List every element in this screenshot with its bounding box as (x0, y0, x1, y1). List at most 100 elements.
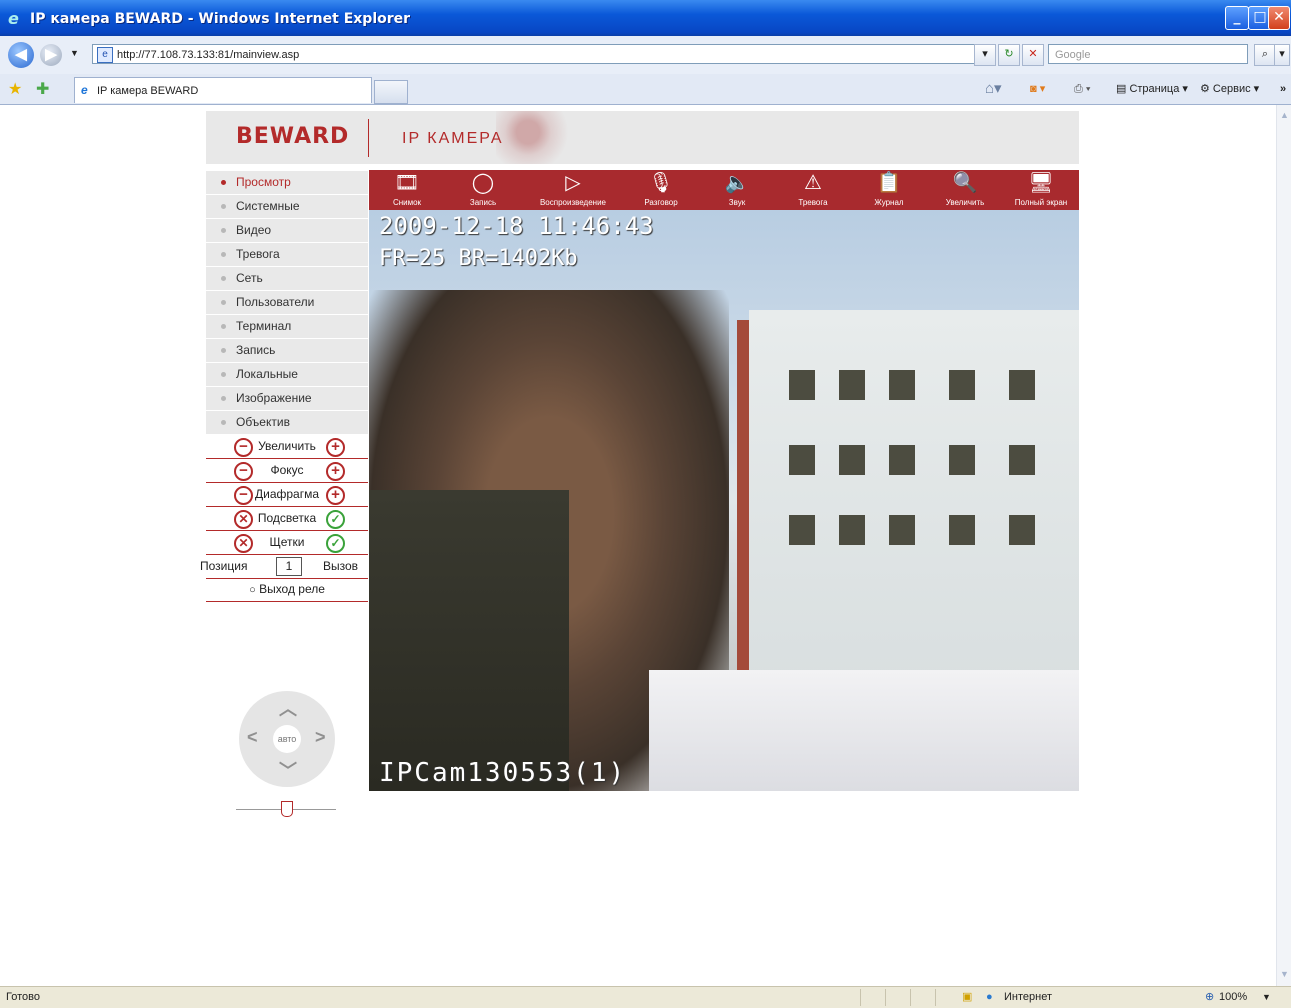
relay-output[interactable]: ○ Выход реле (206, 578, 368, 602)
status-bar: Готово ▣ ● Интернет ⊕ 100% ▼ (0, 986, 1291, 1008)
snapshot-button[interactable]: 🎞 Снимок (371, 170, 443, 210)
url-dropdown-icon[interactable]: ▾ (974, 44, 996, 66)
fullscreen-button[interactable]: 🖥 Полный экран (1003, 170, 1079, 210)
back-button[interactable]: ◀ (8, 42, 34, 68)
forward-button[interactable]: ▶ (40, 44, 62, 66)
menu-item-image[interactable]: Изображение (206, 387, 368, 411)
minimize-button[interactable]: _ (1225, 6, 1249, 30)
header-divider (368, 119, 369, 157)
menu-item-record[interactable]: Запись (206, 339, 368, 363)
menu-item-lens[interactable]: Объектив (206, 411, 368, 435)
add-favorites-icon[interactable]: ✚ (36, 79, 49, 99)
history-dropdown-icon[interactable]: ▼ (70, 48, 79, 58)
playback-button[interactable]: ▷ Воспроизведение (521, 170, 625, 210)
alarm-button[interactable]: ⚠ Тревога (775, 170, 851, 210)
menu-item-terminal[interactable]: Терминал (206, 315, 368, 339)
record-label: Запись (469, 198, 497, 207)
status-text: Готово (6, 991, 40, 1003)
sound-button[interactable]: 🔈 Звук (699, 170, 775, 210)
speed-slider-handle[interactable] (281, 801, 293, 817)
zoom-out-icon[interactable]: − (234, 438, 253, 457)
feeds-icon[interactable]: ◙ ▾ (1030, 80, 1045, 98)
iris-plus-icon[interactable]: + (326, 486, 345, 505)
window-title: IP камера BEWARD - Windows Internet Expl… (30, 11, 411, 27)
sidebar: Просмотр Системные Видео Тревога Сеть По… (200, 171, 368, 817)
magnifier-icon: 🔍 (952, 172, 978, 194)
backlight-off-icon[interactable]: ✕ (234, 510, 253, 529)
live-video[interactable]: 2009-12-18 11:46:43 FR=25 BR=1402Kb IPCa… (369, 210, 1079, 791)
position-label: Позиция (200, 559, 248, 573)
backlight-on-icon[interactable]: ✓ (326, 510, 345, 529)
zoom-button[interactable]: 🔍 Увеличить (927, 170, 1003, 210)
chevron-more-icon[interactable]: » (1280, 80, 1286, 98)
snapshot-label: Снимок (392, 198, 422, 207)
page-menu-label: Страница (1129, 83, 1180, 95)
video-window (839, 370, 865, 400)
close-button[interactable]: ✕ (1268, 6, 1290, 30)
wiper-off-icon[interactable]: ✕ (234, 534, 253, 553)
stop-icon[interactable]: ✕ (1022, 44, 1044, 66)
menu-item-users[interactable]: Пользователи (206, 291, 368, 315)
zoom-control: − Увеличить + (206, 435, 368, 459)
position-input[interactable]: 1 (276, 557, 302, 576)
ptz-left-icon[interactable]: < (247, 727, 258, 748)
vertical-scrollbar[interactable]: ▲ ▼ (1276, 105, 1291, 986)
status-divider (885, 989, 886, 1006)
focus-minus-icon[interactable]: − (234, 462, 253, 481)
focus-plus-icon[interactable]: + (326, 462, 345, 481)
record-circle-icon: ◯ (471, 172, 495, 194)
talk-button[interactable]: 🎙 Разговор (625, 170, 697, 210)
ptz-down-icon[interactable]: ﹀ (279, 757, 297, 783)
scroll-down-icon[interactable]: ▼ (1277, 967, 1291, 982)
wiper-label: Щетки (269, 535, 305, 549)
home-icon[interactable]: ⌂▾ (985, 80, 1002, 98)
tab-beward[interactable]: e IP камера BEWARD (74, 77, 372, 103)
menu-item-alarm[interactable]: Тревога (206, 243, 368, 267)
iris-minus-icon[interactable]: − (234, 486, 253, 505)
page-content: BEWARD IP КАМЕРА Просмотр Системные Виде… (0, 105, 1276, 986)
tools-menu[interactable]: ⚙ Сервис ▾ (1200, 80, 1259, 98)
ptz-right-icon[interactable]: > (315, 727, 326, 748)
zoom-dropdown-icon[interactable]: ▼ (1262, 987, 1271, 1007)
menu-item-network[interactable]: Сеть (206, 267, 368, 291)
ptz-pad: ︿ < > ﹀ авто (239, 691, 335, 787)
scroll-up-icon[interactable]: ▲ (1277, 108, 1291, 123)
protected-mode-icon[interactable]: ▣ (962, 987, 972, 1007)
video-window (949, 370, 975, 400)
favorites-star-icon[interactable]: ★ (8, 79, 22, 99)
backlight-control: ✕ Подсветка ✓ (206, 507, 368, 531)
ptz-up-icon[interactable]: ︿ (279, 695, 297, 721)
tab-bar: ★ ✚ e IP камера BEWARD ⌂▾ ◙ ▾ ⎙ ▾ ▤ Стра… (0, 74, 1291, 105)
video-trees-dark (369, 490, 569, 791)
search-icon[interactable]: ⌕ (1254, 44, 1276, 66)
tab-ie-icon: e (81, 83, 88, 97)
radio-icon: ○ (249, 584, 256, 596)
playback-label: Воспроизведение (539, 198, 607, 207)
menu-item-view[interactable]: Просмотр (206, 171, 368, 195)
page-icon: e (97, 47, 113, 63)
menu-item-system[interactable]: Системные (206, 195, 368, 219)
zoom-in-icon[interactable]: + (326, 438, 345, 457)
menu-label: Запись (236, 343, 276, 357)
ptz-auto-button[interactable]: авто (273, 725, 301, 753)
search-options-icon[interactable]: ▾ (1274, 44, 1290, 66)
page-menu[interactable]: ▤ Страница ▾ (1116, 80, 1188, 98)
menu-item-video[interactable]: Видео (206, 219, 368, 243)
print-icon[interactable]: ⎙ ▾ (1074, 80, 1090, 98)
video-window (789, 445, 815, 475)
url-field[interactable]: e http://77.108.73.133:81/mainview.asp (92, 44, 992, 64)
menu-item-local[interactable]: Локальные (206, 363, 368, 387)
url-text: http://77.108.73.133:81/mainview.asp (117, 49, 300, 61)
wiper-on-icon[interactable]: ✓ (326, 534, 345, 553)
refresh-icon[interactable]: ↻ (998, 44, 1020, 66)
bullet-icon (221, 348, 226, 353)
zoom-level[interactable]: 100% (1219, 987, 1247, 1007)
ie-icon: e (8, 9, 19, 28)
call-preset-button[interactable]: Вызов (323, 555, 358, 578)
new-tab-button[interactable] (374, 80, 408, 104)
search-input[interactable]: Google (1048, 44, 1248, 64)
fullscreen-label: Полный экран (1014, 198, 1068, 207)
record-button[interactable]: ◯ Запись (445, 170, 521, 210)
bullet-icon (221, 204, 226, 209)
log-button[interactable]: 📋 Журнал (851, 170, 927, 210)
